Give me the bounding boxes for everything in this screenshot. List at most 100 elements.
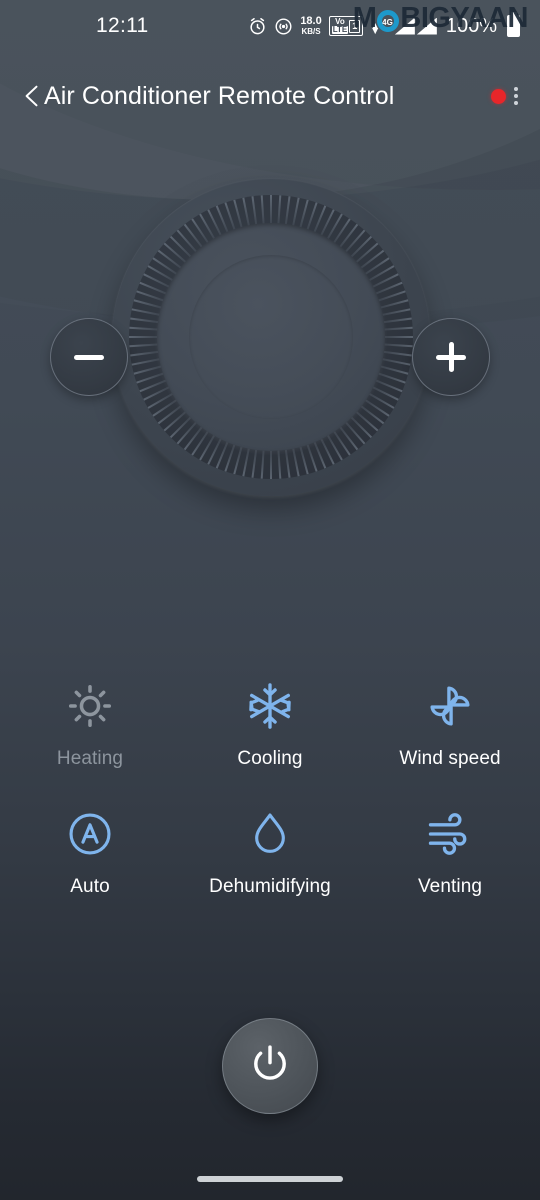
dial-tick <box>233 444 243 475</box>
dial-tick <box>382 326 413 331</box>
alarm-clock-icon <box>248 17 267 36</box>
network-speed-indicator: 18.0 KB/S <box>300 16 321 36</box>
mode-label-dehumidifying: Dehumidifying <box>209 876 331 897</box>
dial-tick <box>183 223 204 249</box>
mode-button-venting[interactable]: Venting <box>360 806 540 898</box>
app-title-bar: Air Conditioner Remote Control <box>0 68 540 124</box>
dial-tick <box>131 357 162 366</box>
dial-tick <box>270 195 272 225</box>
dial-tick <box>277 448 282 479</box>
dial-tick <box>359 404 385 425</box>
status-bar: 12:11 18.0 KB/S Vo LTE 1 ▲ ▼ 4G 100% <box>0 0 540 52</box>
dial-tick <box>129 343 160 348</box>
dial-tick <box>176 420 198 445</box>
dial-tick <box>354 410 379 432</box>
dial-tick <box>163 242 188 264</box>
dial-tick <box>157 249 183 270</box>
dial-tick <box>344 420 366 445</box>
dial-tick <box>242 446 251 477</box>
kebab-menu-icon[interactable] <box>510 83 522 109</box>
dial-tick <box>176 229 198 254</box>
mode-button-wind-speed[interactable]: Wind speed <box>360 678 540 770</box>
dial-tick <box>277 195 282 226</box>
status-clock: 12:11 <box>96 14 149 37</box>
dial-tick <box>291 197 300 228</box>
network-type-label: 4G <box>382 17 393 27</box>
wifi-hotspot-icon <box>274 17 293 36</box>
auto-a-icon <box>62 806 118 862</box>
data-transfer-arrows-icon: ▲ ▼ <box>370 20 381 37</box>
dial-tick <box>233 199 243 230</box>
dial-tick <box>380 357 411 366</box>
page-title: Air Conditioner Remote Control <box>44 81 395 110</box>
dial-tick <box>242 197 251 228</box>
dial-tick <box>284 196 291 227</box>
fan-icon <box>422 678 478 734</box>
dial-tick <box>284 447 291 478</box>
snowflake-icon <box>242 678 298 734</box>
mode-button-dehumidifying[interactable]: Dehumidifying <box>180 806 360 898</box>
dial-tick <box>183 425 204 451</box>
mode-button-auto[interactable]: Auto <box>0 806 180 898</box>
status-icon-tray: 18.0 KB/S Vo LTE 1 ▲ ▼ 4G 100% <box>248 15 520 38</box>
mode-label-cooling: Cooling <box>237 748 303 769</box>
dial-tick <box>359 249 385 270</box>
battery-percent-label: 100% <box>445 14 497 37</box>
mode-label-heating: Heating <box>56 748 124 769</box>
dial-tick <box>191 218 210 245</box>
signal-bars-sim2-icon <box>416 17 437 35</box>
dial-tick <box>381 350 412 357</box>
sun-icon <box>62 678 118 734</box>
gesture-home-bar[interactable] <box>197 1176 343 1182</box>
dial-tick <box>378 299 409 309</box>
dial-tick <box>130 317 161 324</box>
volte-icon: Vo LTE 1 <box>328 15 364 37</box>
dial-tick <box>338 425 359 451</box>
dial-tick <box>382 343 413 348</box>
dial-tick <box>349 415 373 439</box>
dial-tick <box>260 448 265 479</box>
mode-button-grid: Heating Cooling Wind speed Auto Dehumidi… <box>0 678 540 898</box>
plus-icon-vertical <box>448 342 454 372</box>
network-speed-value: 18.0 <box>300 15 322 27</box>
dial-tick <box>380 308 411 317</box>
power-button[interactable] <box>222 1018 318 1114</box>
signal-group: ▲ ▼ 4G <box>370 17 437 37</box>
phone-screen: 12:11 18.0 KB/S Vo LTE 1 ▲ ▼ 4G 100% M B… <box>0 0 540 1200</box>
mode-button-cooling[interactable]: Cooling <box>180 678 360 770</box>
increase-temperature-button[interactable] <box>412 318 490 396</box>
title-bar-actions <box>491 83 522 109</box>
dial-tick <box>152 257 179 276</box>
dial-tick <box>129 326 160 331</box>
dial-face[interactable] <box>189 255 353 419</box>
dial-tick <box>354 242 379 264</box>
signal-bars-sim1-icon <box>394 17 415 35</box>
dial-tick <box>169 235 193 259</box>
dial-tick <box>251 447 258 478</box>
decrease-temperature-button[interactable] <box>50 318 128 396</box>
dial-tick <box>133 299 164 309</box>
mode-button-heating[interactable]: Heating <box>0 678 180 770</box>
dial-tick <box>260 195 265 226</box>
mode-label-auto: Auto <box>70 876 110 897</box>
power-icon <box>247 1041 293 1092</box>
dial-tick <box>130 350 161 357</box>
sim-slot-number: 1 <box>349 19 361 33</box>
network-speed-unit: KB/S <box>301 27 321 36</box>
water-drop-icon <box>242 806 298 862</box>
mode-label-venting: Venting <box>417 876 483 897</box>
dial-tick <box>270 449 272 479</box>
mode-label-wind-speed: Wind speed <box>399 748 501 769</box>
dial-inner-ring <box>157 223 385 451</box>
temperature-dial[interactable] <box>112 178 430 496</box>
temperature-dial-area <box>0 170 540 560</box>
dial-tick <box>291 446 300 477</box>
volte-bottom-label: LTE <box>331 25 349 35</box>
dial-tick <box>131 308 162 317</box>
battery-full-icon <box>507 15 520 37</box>
minus-icon <box>74 354 104 360</box>
recording-dot-icon[interactable] <box>491 88 506 104</box>
dial-tick <box>383 336 413 338</box>
wind-icon <box>422 806 478 862</box>
dial-tick <box>381 317 412 324</box>
